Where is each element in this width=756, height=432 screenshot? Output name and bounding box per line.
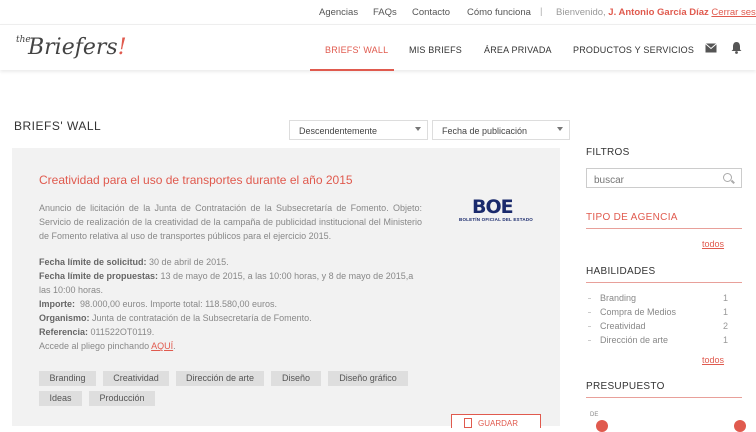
top-link-como-funciona[interactable]: Cómo funciona xyxy=(467,7,531,18)
detail-value: Junta de contratación de la Subsecretarí… xyxy=(92,313,312,323)
detail-value: 98.000,00 euros. Importe total: 118.580,… xyxy=(80,299,277,309)
detail-label: Fecha límite de solicitud: xyxy=(39,257,147,267)
main-header: the Briefers! BRIEFS' WALL MIS BRIEFS ÁR… xyxy=(0,24,756,71)
filters-title: FILTROS xyxy=(586,147,630,158)
boe-logo-big: BOE xyxy=(472,196,514,218)
nav-productos-servicios[interactable]: PRODUCTOS Y SERVICIOS xyxy=(573,45,694,55)
agency-type-all-link[interactable]: todos xyxy=(702,239,724,249)
skill-item[interactable]: Branding 1 xyxy=(588,293,728,303)
tag-ideas[interactable]: Ideas xyxy=(39,391,82,406)
skills-title: HABILIDADES xyxy=(586,266,656,277)
search-input[interactable] xyxy=(586,168,742,188)
order-select-value: Descendentemente xyxy=(299,126,378,136)
detail-label: Organismo: xyxy=(39,313,90,323)
access-text: Accede al pliego pinchando xyxy=(39,341,150,351)
logo-bang: ! xyxy=(117,35,127,60)
nav-briefs-wall[interactable]: BRIEFS' WALL xyxy=(325,45,388,55)
skill-item[interactable]: Dirección de arte 1 xyxy=(588,335,728,345)
skill-name: Compra de Medios xyxy=(600,307,677,317)
page-title: BRIEFS' WALL xyxy=(14,119,102,133)
skills-all-link[interactable]: todos xyxy=(702,355,724,365)
access-end: . xyxy=(173,341,176,351)
brief-card: Creatividad para el uso de transportes d… xyxy=(12,148,560,428)
skill-name: Dirección de arte xyxy=(600,335,669,345)
tag-branding[interactable]: Branding xyxy=(39,371,96,386)
skill-count: 1 xyxy=(722,293,728,303)
divider xyxy=(586,228,742,229)
sort-select[interactable]: Fecha de publicación xyxy=(432,120,570,140)
skill-name: Creatividad xyxy=(600,321,646,331)
nav-area-privada[interactable]: ÁREA PRIVADA xyxy=(484,45,552,55)
budget-max-handle[interactable] xyxy=(734,420,746,432)
logout-link[interactable]: Cerrar sesión xyxy=(711,7,756,18)
boe-logo: BOE BOLETÍN OFICIAL DEL ESTADO xyxy=(454,196,538,226)
top-link-agencias[interactable]: Agencias xyxy=(319,7,358,18)
top-bar: Agencias FAQs Contacto Cómo funciona | B… xyxy=(0,0,756,24)
logo-name: Briefers! xyxy=(28,35,127,60)
save-button-label: GUARDAR xyxy=(478,419,519,428)
detail-organism: Organismo: Junta de contratación de la S… xyxy=(39,311,422,325)
top-link-contacto[interactable]: Contacto xyxy=(412,7,450,18)
nav-active-indicator xyxy=(310,69,394,71)
top-separator: | xyxy=(540,6,543,17)
top-link-faqs[interactable]: FAQs xyxy=(373,7,397,18)
search-icon[interactable] xyxy=(723,173,732,182)
logo-name-text: Briefers xyxy=(28,35,118,60)
divider xyxy=(586,397,742,398)
tag-produccion[interactable]: Producción xyxy=(89,391,155,406)
bookmark-icon xyxy=(464,418,472,428)
detail-label: Fecha límite de propuestas: xyxy=(39,271,159,281)
tag-creatividad[interactable]: Creatividad xyxy=(103,371,169,386)
chevron-down-icon xyxy=(557,127,563,131)
detail-value: 011522OT0119. xyxy=(90,327,155,337)
sort-select-value: Fecha de publicación xyxy=(442,126,528,136)
skill-count: 1 xyxy=(722,335,728,345)
detail-access: Accede al pliego pinchando AQUÍ. xyxy=(39,339,422,353)
detail-value: 30 de abril de 2015. xyxy=(149,257,229,267)
detail-reference: Referencia: 011522OT0119. xyxy=(39,325,422,339)
detail-deadline-request: Fecha límite de solicitud: 30 de abril d… xyxy=(39,255,422,269)
budget-min-handle[interactable] xyxy=(596,420,608,432)
agency-type-title[interactable]: TIPO DE AGENCIA xyxy=(586,212,678,223)
tag-direccion-de-arte[interactable]: Dirección de arte xyxy=(176,371,264,386)
chevron-down-icon xyxy=(415,127,421,131)
brief-details: Fecha límite de solicitud: 30 de abril d… xyxy=(39,255,422,353)
budget-title: PRESUPUESTO xyxy=(586,381,665,392)
bell-icon[interactable] xyxy=(731,41,742,54)
detail-amount: Importe: 98.000,00 euros. Importe total:… xyxy=(39,297,422,311)
divider xyxy=(586,282,742,283)
boe-logo-small: BOLETÍN OFICIAL DEL ESTADO xyxy=(459,217,533,222)
detail-label: Referencia: xyxy=(39,327,89,337)
welcome-message: Bienvenido, J. Antonio García Díaz Cerra… xyxy=(556,7,756,18)
tag-diseno[interactable]: Diseño xyxy=(271,371,321,386)
brief-description: Anuncio de licitación de la Junta de Con… xyxy=(39,203,422,241)
skill-count: 1 xyxy=(722,307,728,317)
tag-diseno-grafico[interactable]: Diseño gráfico xyxy=(328,371,408,386)
skill-name: Branding xyxy=(600,293,637,303)
welcome-text: Bienvenido, xyxy=(556,7,606,18)
order-select[interactable]: Descendentemente xyxy=(289,120,428,140)
nav-mis-briefs[interactable]: MIS BRIEFS xyxy=(409,45,462,55)
access-link[interactable]: AQUÍ xyxy=(151,341,173,351)
user-name[interactable]: J. Antonio García Díaz xyxy=(608,7,708,18)
detail-label: Importe: xyxy=(39,299,75,309)
skill-item[interactable]: Creatividad 2 xyxy=(588,321,728,331)
brief-title[interactable]: Creatividad para el uso de transportes d… xyxy=(39,173,353,187)
budget-from-label: DE xyxy=(590,412,599,418)
skill-count: 2 xyxy=(722,321,728,331)
skill-item[interactable]: Compra de Medios 1 xyxy=(588,307,728,317)
mail-icon[interactable] xyxy=(705,43,717,53)
detail-deadline-proposals: Fecha límite de propuestas: 13 de mayo d… xyxy=(39,269,422,297)
